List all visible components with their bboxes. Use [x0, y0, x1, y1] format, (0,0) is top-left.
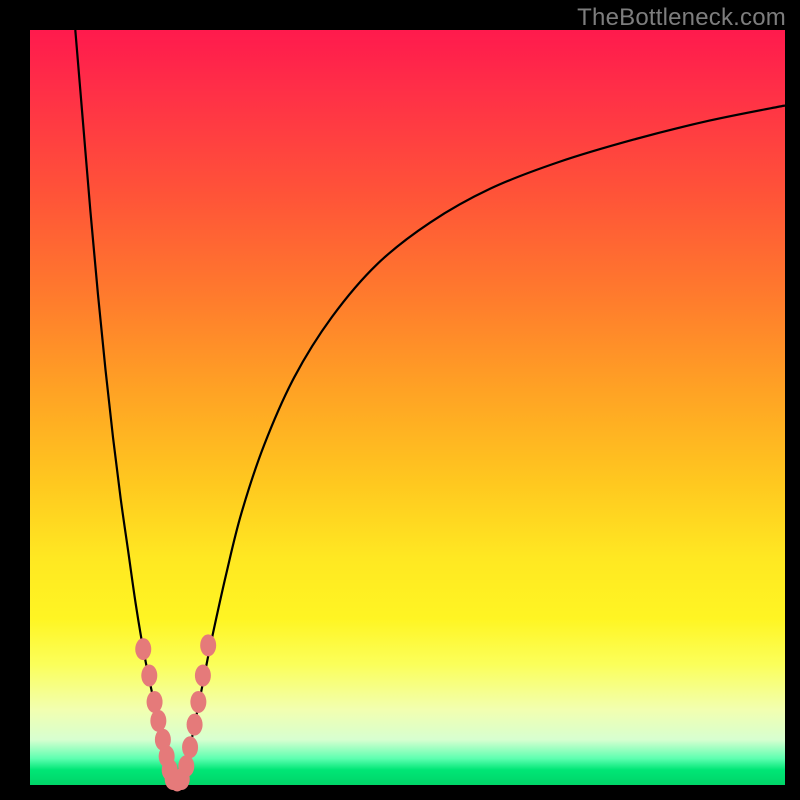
- data-marker: [182, 736, 198, 758]
- data-marker: [200, 634, 216, 656]
- data-marker: [147, 691, 163, 713]
- data-marker: [195, 665, 211, 687]
- data-markers: [135, 634, 216, 791]
- plot-area: [30, 30, 785, 785]
- data-marker: [190, 691, 206, 713]
- curve-right: [183, 106, 785, 776]
- data-marker: [150, 710, 166, 732]
- curve-layer: [30, 30, 785, 785]
- data-marker: [141, 665, 157, 687]
- chart-frame: TheBottleneck.com: [0, 0, 800, 800]
- watermark-text: TheBottleneck.com: [577, 4, 786, 32]
- data-marker: [178, 755, 194, 777]
- data-marker: [187, 714, 203, 736]
- data-marker: [135, 638, 151, 660]
- curve-left: [75, 30, 171, 776]
